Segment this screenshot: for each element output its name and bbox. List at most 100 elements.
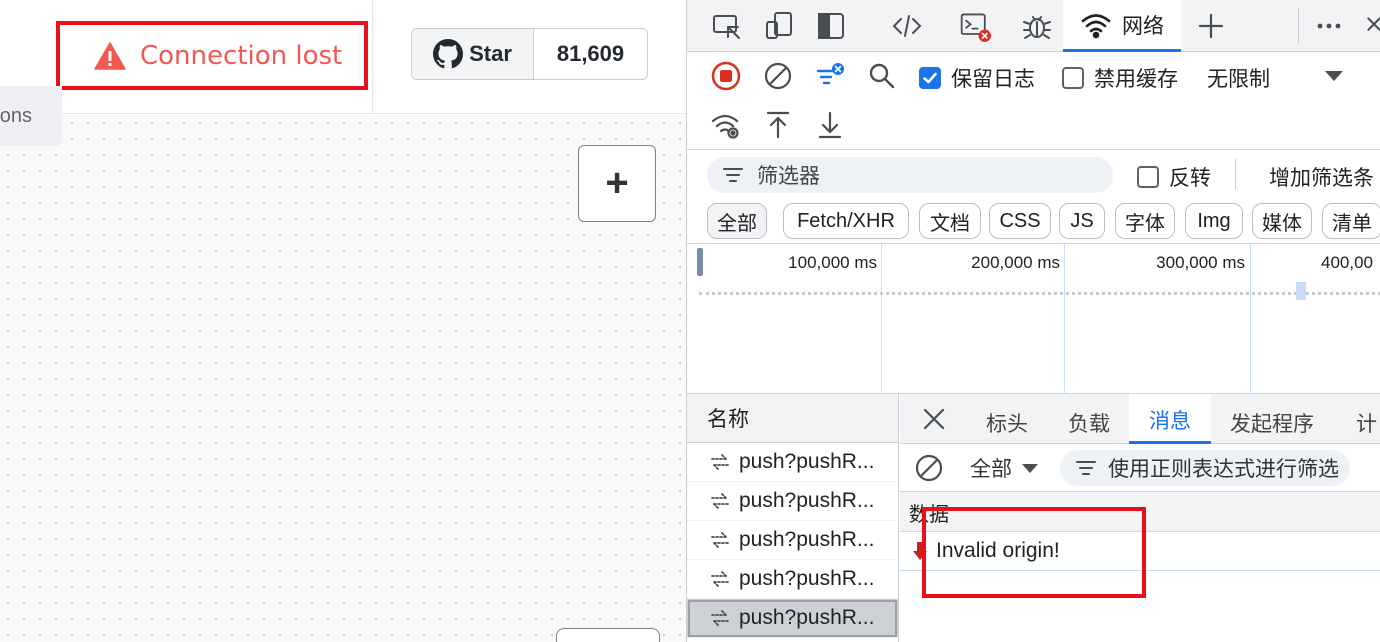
- side-tab[interactable]: ons: [0, 86, 62, 146]
- message-filter-placeholder: 使用正则表达式进行筛选: [1108, 458, 1339, 481]
- github-star-label: Star: [469, 41, 512, 66]
- filter-icon: [723, 168, 743, 182]
- request-name: push?pushR...: [739, 528, 875, 551]
- export-har-icon[interactable]: [813, 108, 847, 142]
- disable-cache-checkbox[interactable]: 禁用缓存: [1062, 63, 1178, 93]
- type-chip-js[interactable]: JS: [1059, 203, 1105, 239]
- filter-divider: [1235, 159, 1236, 189]
- filter-row: 筛选器 反转 增加筛选条: [687, 150, 1380, 198]
- header-divider: [372, 0, 373, 114]
- tab-payload[interactable]: 负载: [1068, 394, 1110, 444]
- timeline-overview[interactable]: 100,000 ms 200,000 ms 300,000 ms 400,00: [687, 244, 1380, 394]
- close-detail-icon[interactable]: [920, 394, 956, 444]
- tab-initiator[interactable]: 发起程序: [1230, 394, 1314, 444]
- message-type-select[interactable]: 全部: [970, 450, 1040, 486]
- app-panel: Connection lost Star 81,609 ons +: [0, 0, 686, 642]
- chevron-down-icon: [1022, 464, 1038, 473]
- timeline-label: 200,000 ms: [971, 253, 1060, 272]
- websocket-icon: [711, 454, 729, 470]
- type-chip-all[interactable]: 全部: [707, 203, 767, 239]
- checkbox-unchecked: [1062, 67, 1084, 89]
- throttling-dropdown-icon[interactable]: [1317, 59, 1351, 93]
- websocket-icon: [711, 571, 729, 587]
- devtools-tabbar: 网络: [687, 0, 1380, 52]
- preserve-log-checkbox[interactable]: 保留日志: [919, 63, 1035, 93]
- search-icon[interactable]: [865, 59, 899, 93]
- message-filter-input[interactable]: 使用正则表达式进行筛选: [1060, 450, 1350, 486]
- request-row[interactable]: push?pushR...: [687, 560, 898, 599]
- import-har-icon[interactable]: [761, 108, 795, 142]
- console-tab-icon[interactable]: [953, 0, 997, 52]
- github-star-button[interactable]: Star: [412, 29, 534, 79]
- request-name: push?pushR...: [739, 567, 875, 590]
- elements-tab-icon[interactable]: [887, 0, 927, 52]
- type-chip-doc[interactable]: 文档: [919, 203, 981, 239]
- throttling-value: 无限制: [1207, 68, 1270, 91]
- network-toolbar-secondary: [687, 100, 1380, 150]
- inspect-element-icon[interactable]: [709, 0, 745, 52]
- github-star-count[interactable]: 81,609: [534, 29, 647, 79]
- filter-toggle-icon[interactable]: [813, 59, 847, 93]
- websocket-icon: [711, 493, 729, 509]
- more-options-icon[interactable]: [1311, 0, 1347, 52]
- checkbox-checked: [919, 67, 941, 89]
- type-chip-manifest[interactable]: 清单: [1322, 203, 1380, 239]
- record-stop-icon[interactable]: [709, 59, 743, 93]
- close-devtools-icon[interactable]: [1359, 0, 1380, 52]
- column-header-name[interactable]: 名称: [687, 394, 898, 443]
- timeline-label: 300,000 ms: [1156, 253, 1245, 272]
- type-chip-media[interactable]: 媒体: [1252, 203, 1312, 239]
- messages-toolbar: 全部 使用正则表达式进行筛选: [900, 444, 1380, 492]
- request-name: push?pushR...: [739, 489, 875, 512]
- request-row[interactable]: push?pushR...: [687, 482, 898, 521]
- wifi-icon: [1081, 13, 1111, 38]
- preserve-log-label: 保留日志: [951, 68, 1035, 91]
- request-row[interactable]: push?pushR...: [687, 521, 898, 560]
- request-name: push?pushR...: [739, 606, 875, 629]
- tab-timing[interactable]: 计: [1356, 394, 1377, 444]
- warning-icon: [94, 41, 126, 70]
- device-toolbar-icon[interactable]: [761, 0, 797, 52]
- clear-messages-icon[interactable]: [912, 451, 946, 485]
- request-list: 名称 push?pushR... push?pushR... push?push…: [687, 394, 899, 642]
- disable-cache-label: 禁用缓存: [1094, 68, 1178, 91]
- detail-tabbar: 标头 负载 消息 发起程序 计: [900, 394, 1380, 444]
- type-chip-font[interactable]: 字体: [1115, 203, 1175, 239]
- more-filters-label: 增加筛选条: [1269, 167, 1374, 190]
- clear-log-icon[interactable]: [761, 59, 795, 93]
- tab-network-label: 网络: [1122, 14, 1164, 38]
- type-chip-css[interactable]: CSS: [989, 203, 1051, 239]
- timeline-gridline: [881, 244, 882, 394]
- canvas-control-button[interactable]: [556, 628, 660, 642]
- network-conditions-icon[interactable]: [709, 108, 743, 142]
- request-row[interactable]: push?pushR...: [687, 443, 898, 482]
- resource-type-filters: 全部 Fetch/XHR 文档 CSS JS 字体 Img 媒体 清单: [687, 198, 1380, 244]
- message-type-value: 全部: [970, 458, 1012, 481]
- throttling-select[interactable]: 无限制: [1207, 63, 1270, 93]
- websocket-icon: [711, 610, 729, 626]
- github-icon: [433, 39, 464, 69]
- github-star-widget: Star 81,609: [411, 28, 648, 80]
- invert-label: 反转: [1169, 167, 1211, 190]
- tab-messages[interactable]: 消息: [1129, 394, 1211, 444]
- more-filters-dropdown[interactable]: 增加筛选条: [1269, 162, 1374, 192]
- tab-network[interactable]: 网络: [1063, 0, 1181, 52]
- filter-placeholder: 筛选器: [757, 165, 820, 188]
- dock-side-icon[interactable]: [813, 0, 849, 52]
- invert-checkbox[interactable]: 反转: [1137, 162, 1211, 192]
- connection-status: Connection lost: [56, 21, 368, 90]
- request-row-selected[interactable]: push?pushR...: [687, 599, 898, 638]
- timeline-gridline: [1064, 244, 1065, 394]
- timeline-label: 400,00: [1321, 253, 1373, 272]
- more-tabs-plus-icon[interactable]: [1193, 0, 1229, 52]
- timeline-left-handle[interactable]: [697, 248, 703, 276]
- filter-input[interactable]: 筛选器: [707, 157, 1113, 193]
- type-chip-img[interactable]: Img: [1185, 203, 1243, 239]
- type-chip-fetch-xhr[interactable]: Fetch/XHR: [783, 203, 909, 239]
- add-node-button[interactable]: +: [578, 145, 656, 222]
- sources-bug-icon[interactable]: [1017, 0, 1057, 52]
- annotation-highlight-box: [922, 507, 1146, 598]
- tabbar-divider: [1298, 8, 1299, 44]
- filter-icon: [1076, 461, 1096, 475]
- tab-headers[interactable]: 标头: [986, 394, 1028, 444]
